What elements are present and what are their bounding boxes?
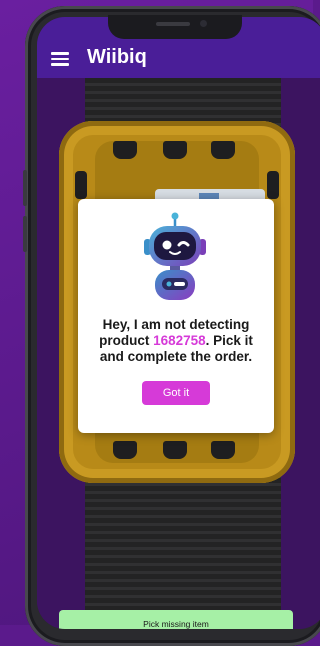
pick-missing-item-button[interactable]: Pick missing item — [59, 610, 293, 629]
dialog-message: Hey, I am not detecting product 1682758.… — [99, 317, 253, 364]
missing-product-dialog: Hey, I am not detecting product 1682758.… — [78, 199, 274, 433]
hamburger-menu-icon[interactable] — [51, 52, 69, 66]
robot-mascot-icon — [144, 212, 206, 300]
speaker-grille — [156, 22, 190, 26]
phone-notch — [108, 15, 242, 39]
got-it-button[interactable]: Got it — [142, 381, 210, 405]
front-camera — [200, 20, 207, 27]
phone-side-button — [23, 216, 27, 252]
phone-side-button — [23, 170, 27, 206]
app-title: Wiibiq — [87, 46, 147, 68]
product-id: 1682758 — [153, 333, 206, 348]
phone-screen: Pick missing item Wiibiq Hey, I am not d… — [37, 17, 320, 629]
